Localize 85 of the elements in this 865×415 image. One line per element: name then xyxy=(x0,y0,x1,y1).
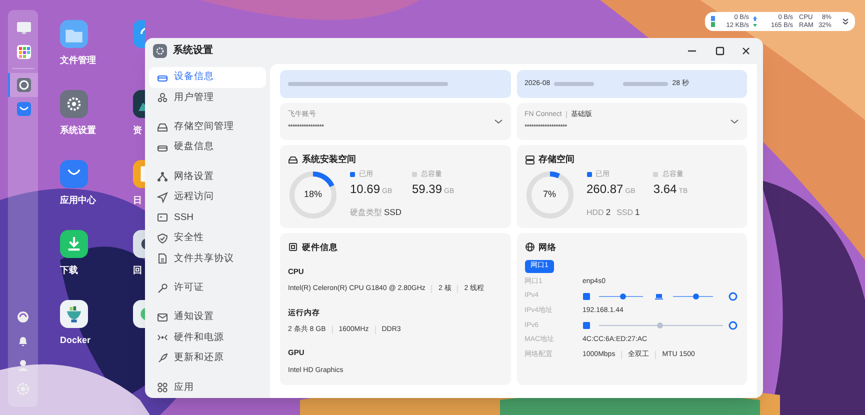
legend-swatch xyxy=(350,172,355,178)
sidebar-item[interactable]: 通知设置 xyxy=(149,307,266,328)
sync-icon[interactable] xyxy=(16,310,30,324)
sidebar-item[interactable]: 许可证 xyxy=(149,278,266,298)
chart-icon[interactable] xyxy=(133,90,145,118)
percent-text: 7% xyxy=(542,188,556,201)
legend-swatch xyxy=(586,172,592,178)
maximize-icon[interactable] xyxy=(715,46,725,56)
sidebar-item[interactable]: SSH xyxy=(149,208,266,228)
globe-icon xyxy=(524,242,534,252)
app-label[interactable]: 系统设置 xyxy=(60,124,96,138)
settings-icon[interactable] xyxy=(60,90,88,118)
chevron-down-icon[interactable] xyxy=(842,18,849,25)
app-grid-icon xyxy=(16,44,32,60)
sidebar-item[interactable]: 远程访问 xyxy=(149,187,266,208)
capacity-value: 59.39 xyxy=(412,181,442,198)
dock-item[interactable] xyxy=(8,73,38,97)
capacity-value: 260.87 xyxy=(586,181,624,198)
card-title: 硬件信息 xyxy=(302,241,338,254)
tray-icon xyxy=(157,122,168,133)
app-label[interactable]: 文件管理 xyxy=(60,54,96,68)
app-label[interactable]: 应用中心 xyxy=(60,194,96,208)
shield-icon xyxy=(157,232,168,244)
capacity-value: 3.64 xyxy=(653,181,677,198)
detail-label: SSD xyxy=(616,207,634,219)
usage-ring xyxy=(288,170,338,220)
sidebar-item[interactable]: 安全性 xyxy=(149,228,266,249)
close-icon[interactable] xyxy=(741,46,751,56)
chip-icon xyxy=(288,242,298,252)
user-icon[interactable] xyxy=(16,358,30,372)
disk-write-icon xyxy=(753,22,757,28)
detail-value: SSD xyxy=(384,206,402,219)
sidebar-item[interactable]: 用户管理 xyxy=(149,88,266,108)
network-icon xyxy=(157,171,168,182)
detail-label: HDD xyxy=(586,207,604,219)
grid-icon xyxy=(157,382,168,394)
notes-icon[interactable] xyxy=(133,160,145,188)
card-title: 存储空间 xyxy=(538,153,574,166)
photos-icon[interactable] xyxy=(133,300,145,328)
detail-value: 2 xyxy=(606,206,611,219)
card-title: 系统安装空间 xyxy=(302,153,356,166)
sidebar-item[interactable]: 设备信息 xyxy=(149,67,266,88)
sidebar-item[interactable]: 文件共享协议 xyxy=(149,248,266,270)
app-label[interactable]: 资 xyxy=(133,124,142,138)
blurred-text xyxy=(623,82,668,86)
detail-value: 1 xyxy=(635,206,640,219)
terminal-icon xyxy=(157,212,168,224)
storage-icon xyxy=(524,154,534,165)
app-label[interactable]: 下载 xyxy=(60,264,78,278)
paper-plane-icon xyxy=(157,192,168,203)
percent-text: 18% xyxy=(304,188,322,201)
users-icon xyxy=(157,92,168,104)
bell-icon[interactable] xyxy=(16,334,30,348)
monitor-icon xyxy=(16,20,32,36)
settings-icon xyxy=(153,44,167,58)
sidebar-item[interactable]: 硬件和电源 xyxy=(149,328,266,348)
sidebar-item[interactable]: 硬盘信息 xyxy=(149,137,266,158)
legend-swatch xyxy=(412,172,417,178)
detail-label: 硬盘类型 xyxy=(350,207,382,219)
app-label[interactable]: Docker xyxy=(60,334,91,348)
chevron-down-icon xyxy=(730,118,739,124)
backup-icon[interactable] xyxy=(133,230,145,258)
app-label[interactable]: 日 xyxy=(133,194,142,208)
window-title: 系统设置 xyxy=(173,44,213,58)
legend-swatch xyxy=(653,172,658,178)
mail-icon xyxy=(157,312,168,323)
store-icon[interactable] xyxy=(60,160,88,188)
sync-icon[interactable] xyxy=(133,20,145,48)
document-icon xyxy=(157,253,168,264)
sidebar-item[interactable]: 存储空间管理 xyxy=(149,116,266,138)
disk-read-icon xyxy=(753,16,757,22)
usage-ring xyxy=(524,170,574,220)
folder-icon[interactable] xyxy=(60,20,88,48)
capacity-value: 10.69 xyxy=(350,181,380,198)
sidebar-item[interactable]: 应用 xyxy=(149,377,266,398)
sidebar-item[interactable]: 网络设置 xyxy=(149,166,266,188)
drive-icon xyxy=(288,154,298,165)
chevron-down-icon xyxy=(494,118,502,124)
card-title: 网络 xyxy=(538,241,556,254)
docker-icon[interactable] xyxy=(60,300,88,328)
blurred-text xyxy=(554,82,594,86)
app-label[interactable]: 回 xyxy=(133,264,142,278)
store-icon xyxy=(16,101,32,117)
sidebar-item[interactable]: 更新和还原 xyxy=(149,348,266,369)
settings-icon xyxy=(16,77,32,93)
